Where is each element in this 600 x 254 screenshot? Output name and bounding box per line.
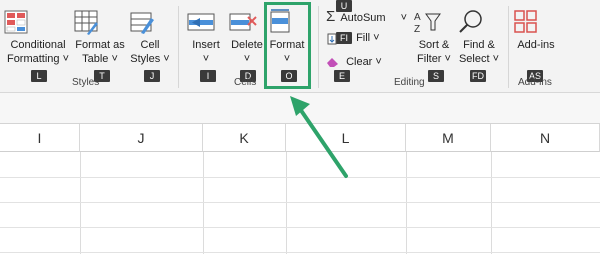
keytip-find-select: FD xyxy=(470,70,486,82)
grid-line xyxy=(0,202,600,203)
clear-label: Clear ˅ xyxy=(346,56,382,68)
sort-filter-icon: A Z xyxy=(412,8,456,36)
conditional-formatting-icon xyxy=(2,8,74,36)
cell-styles-button[interactable]: Cell Styles ˅ xyxy=(128,8,172,66)
conditional-formatting-button[interactable]: Conditional Formatting ˅ xyxy=(2,8,74,66)
column-header-i[interactable]: I xyxy=(0,124,80,152)
group-separator xyxy=(508,6,509,88)
grid-line xyxy=(491,152,492,254)
fill-icon xyxy=(327,33,337,45)
grid-line xyxy=(80,152,81,254)
insert-button[interactable]: Insert ˅ xyxy=(186,8,226,66)
add-ins-label: Add-ins xyxy=(517,39,555,51)
keytip-conditional: L xyxy=(31,70,47,82)
cell-styles-label-1: Cell xyxy=(140,39,160,51)
keytip-autosum: U xyxy=(336,0,352,12)
cell-styles-label-2: Styles ˅ xyxy=(130,53,170,65)
svg-text:Z: Z xyxy=(414,24,420,35)
format-as-table-icon xyxy=(72,8,128,36)
keytip-sort-filter: S xyxy=(428,70,444,82)
column-header-j[interactable]: J xyxy=(80,124,203,152)
insert-label: Insert xyxy=(192,39,220,51)
add-ins-icon xyxy=(512,8,560,36)
delete-label: Delete xyxy=(231,39,263,51)
format-as-table-label-1: Format as xyxy=(75,39,125,51)
keytip-fill: FI xyxy=(336,32,352,44)
eraser-icon xyxy=(326,56,340,68)
editing-group-title: Editing xyxy=(394,77,425,88)
format-as-table-button[interactable]: Format as Table ˅ xyxy=(72,8,128,66)
format-as-table-label-2: Table ˅ xyxy=(82,53,118,65)
cell-styles-icon xyxy=(128,8,172,36)
sort-filter-button[interactable]: A Z Sort & Filter ˅ xyxy=(412,8,456,66)
column-header-n[interactable]: N xyxy=(491,124,600,152)
conditional-formatting-label-1: Conditional xyxy=(10,39,66,51)
grid-line xyxy=(0,252,600,253)
autosum-label: AutoSum xyxy=(340,12,386,24)
conditional-formatting-label-2: Formatting ˅ xyxy=(6,53,70,65)
add-ins-button[interactable]: Add-ins xyxy=(512,8,560,52)
delete-chevron: ˅ xyxy=(243,53,251,65)
autosum-icon: Σ xyxy=(326,8,336,25)
add-ins-group-title: Add-ins xyxy=(518,77,552,88)
sort-filter-label-1: Sort & xyxy=(418,39,450,51)
delete-cells-icon xyxy=(228,8,266,36)
keytip-cell-styles: J xyxy=(144,70,160,82)
fill-button[interactable]: FI Fill ˅ xyxy=(336,32,380,44)
column-header-k[interactable]: K xyxy=(203,124,286,152)
keytip-clear: E xyxy=(334,70,350,82)
find-select-button[interactable]: Find & Select ˅ xyxy=(456,8,502,66)
sort-filter-label-2: Filter ˅ xyxy=(417,53,451,65)
svg-text:A: A xyxy=(414,12,421,23)
column-header-m[interactable]: M xyxy=(406,124,491,152)
ribbon: Conditional Formatting ˅ L Format as Tab… xyxy=(0,0,600,93)
grid-line xyxy=(0,227,600,228)
magnifier-icon xyxy=(456,8,502,36)
keytip-insert: I xyxy=(200,70,216,82)
group-separator xyxy=(178,6,179,88)
autosum-chevron: ˅ xyxy=(400,12,408,24)
find-select-label-2: Select ˅ xyxy=(458,53,500,65)
cells-group-title: Cells xyxy=(234,77,257,88)
annotation-arrow xyxy=(290,96,348,178)
grid-line xyxy=(203,152,204,254)
find-select-label-1: Find & xyxy=(463,39,495,51)
format-highlight-box xyxy=(264,2,311,89)
insert-cells-icon xyxy=(186,8,226,36)
delete-button[interactable]: Delete ˅ xyxy=(228,8,266,66)
insert-chevron: ˅ xyxy=(202,53,210,65)
fill-label: Fill ˅ xyxy=(356,32,380,44)
group-separator xyxy=(318,6,319,88)
clear-button[interactable]: Clear ˅ xyxy=(326,56,382,68)
grid-line xyxy=(406,152,407,254)
styles-group-title: Styles xyxy=(72,77,100,88)
